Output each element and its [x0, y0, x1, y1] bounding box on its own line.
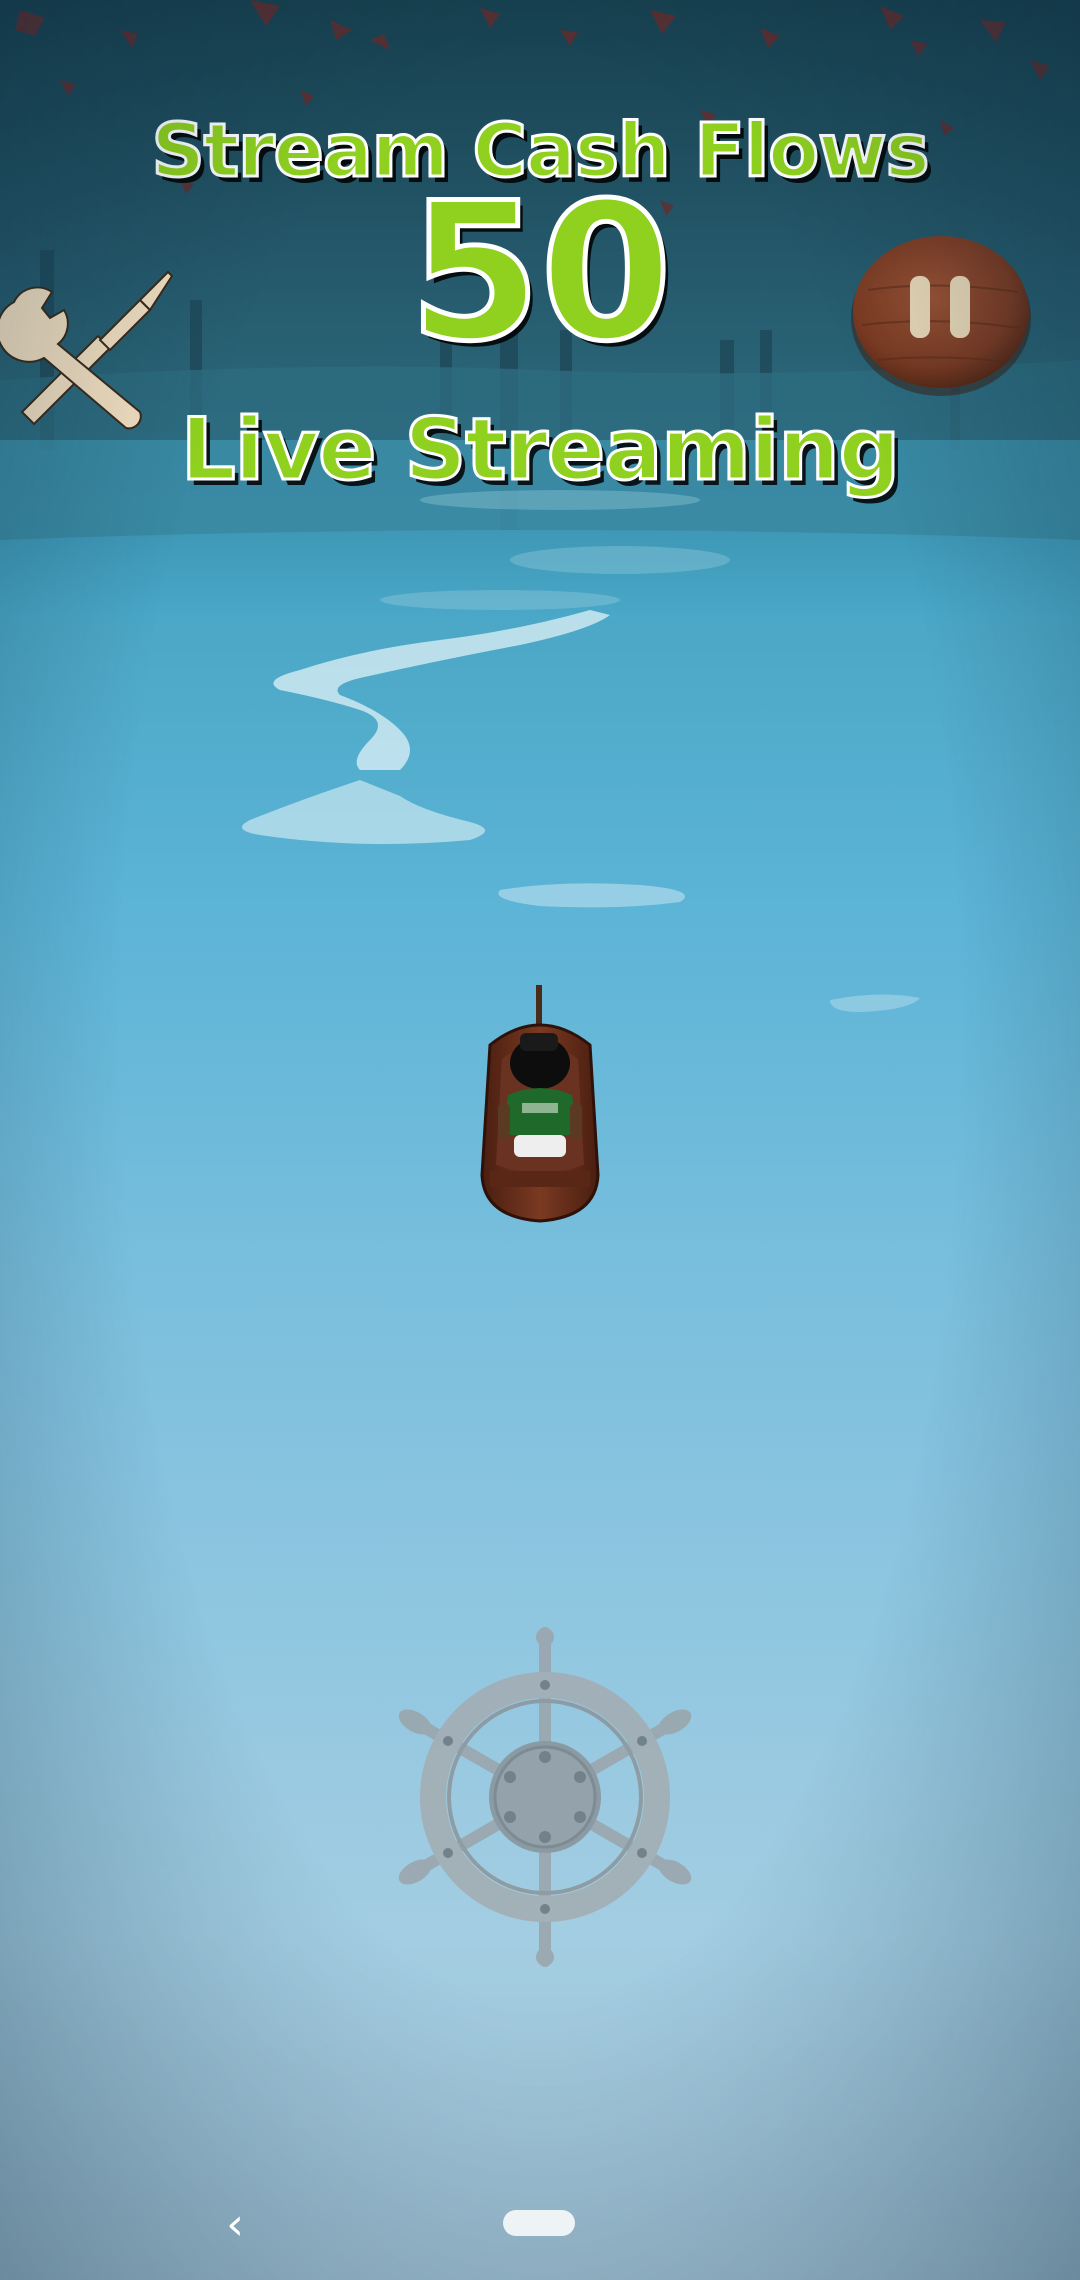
- back-button[interactable]: ‹: [210, 2200, 260, 2250]
- game-scene[interactable]: Stream Cash Flows 50 Live Streaming ‹: [0, 0, 1080, 2280]
- home-pill-button[interactable]: [503, 2210, 575, 2236]
- tools-button[interactable]: [0, 262, 175, 432]
- player-boat: [480, 985, 600, 1223]
- ship-wheel-icon: [398, 1627, 692, 1967]
- wrench-screwdriver-icon: [0, 270, 174, 430]
- pause-icon: [851, 236, 1031, 396]
- steering-wheel-control[interactable]: [390, 1625, 700, 1970]
- pause-button[interactable]: [848, 230, 1034, 400]
